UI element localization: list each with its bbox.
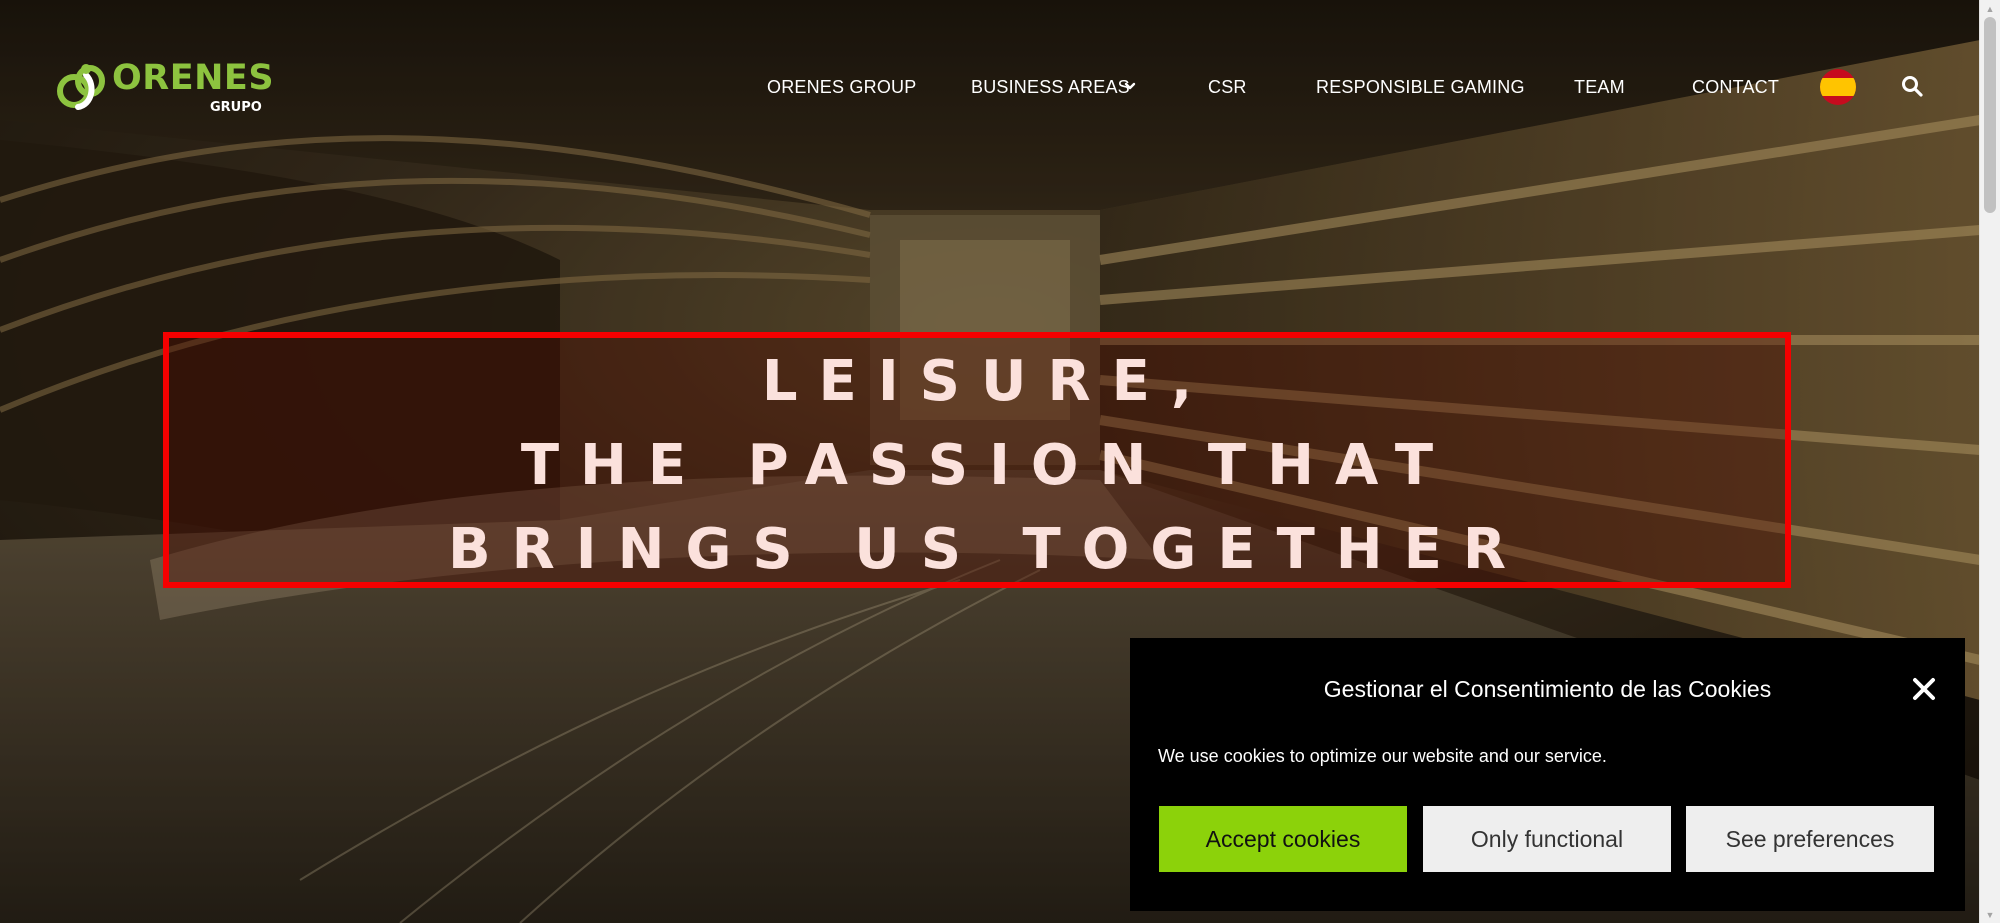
logo-wordmark: ORENES <box>112 58 275 98</box>
cookie-consent-banner: Gestionar el Consentimiento de las Cooki… <box>1130 638 1965 911</box>
logo-subtitle: GRUPO <box>210 100 262 115</box>
scroll-down-arrow-icon[interactable]: ▼ <box>1980 906 2000 923</box>
hero-headline: LEISURE, THE PASSION THAT BRINGS US TOGE… <box>163 340 1791 592</box>
scrollbar-thumb[interactable] <box>1984 17 1996 213</box>
nav-item-business-areas[interactable]: BUSINESS AREAS <box>971 75 1130 99</box>
chevron-down-icon[interactable] <box>1124 80 1136 92</box>
scroll-up-arrow-icon[interactable]: ▲ <box>1980 0 2000 17</box>
spain-flag-icon[interactable] <box>1820 69 1856 105</box>
cookie-title: Gestionar el Consentimiento de las Cooki… <box>1323 676 1772 702</box>
only-functional-button[interactable]: Only functional <box>1423 806 1671 872</box>
nav-item-responsible-gaming[interactable]: RESPONSIBLE GAMING <box>1316 75 1525 99</box>
accept-cookies-button[interactable]: Accept cookies <box>1159 806 1407 872</box>
vertical-scrollbar[interactable]: ▲ ▼ <box>1979 0 2000 923</box>
flag-yellow-band <box>1820 78 1856 96</box>
headline-line-3: BRINGS US TOGETHER <box>447 517 1528 582</box>
logo-mark-icon <box>57 64 105 110</box>
nav-item-csr[interactable]: CSR <box>1208 75 1247 99</box>
nav-item-orenes-group[interactable]: ORENES GROUP <box>767 75 916 99</box>
nav-item-team[interactable]: TEAM <box>1574 75 1625 99</box>
page: ORENES GRUPO ORENES GROUP BUSINESS AREAS… <box>0 0 2000 923</box>
nav-item-contact[interactable]: CONTACT <box>1692 75 1779 99</box>
headline-line-1: LEISURE, <box>761 349 1214 414</box>
headline-line-2: THE PASSION THAT <box>520 433 1455 498</box>
search-icon[interactable] <box>1900 74 1924 98</box>
close-icon[interactable] <box>1909 674 1939 704</box>
orenes-logo[interactable]: ORENES GRUPO <box>56 58 274 122</box>
see-preferences-button[interactable]: See preferences <box>1686 806 1934 872</box>
cookie-description: We use cookies to optimize our website a… <box>1158 746 1607 766</box>
